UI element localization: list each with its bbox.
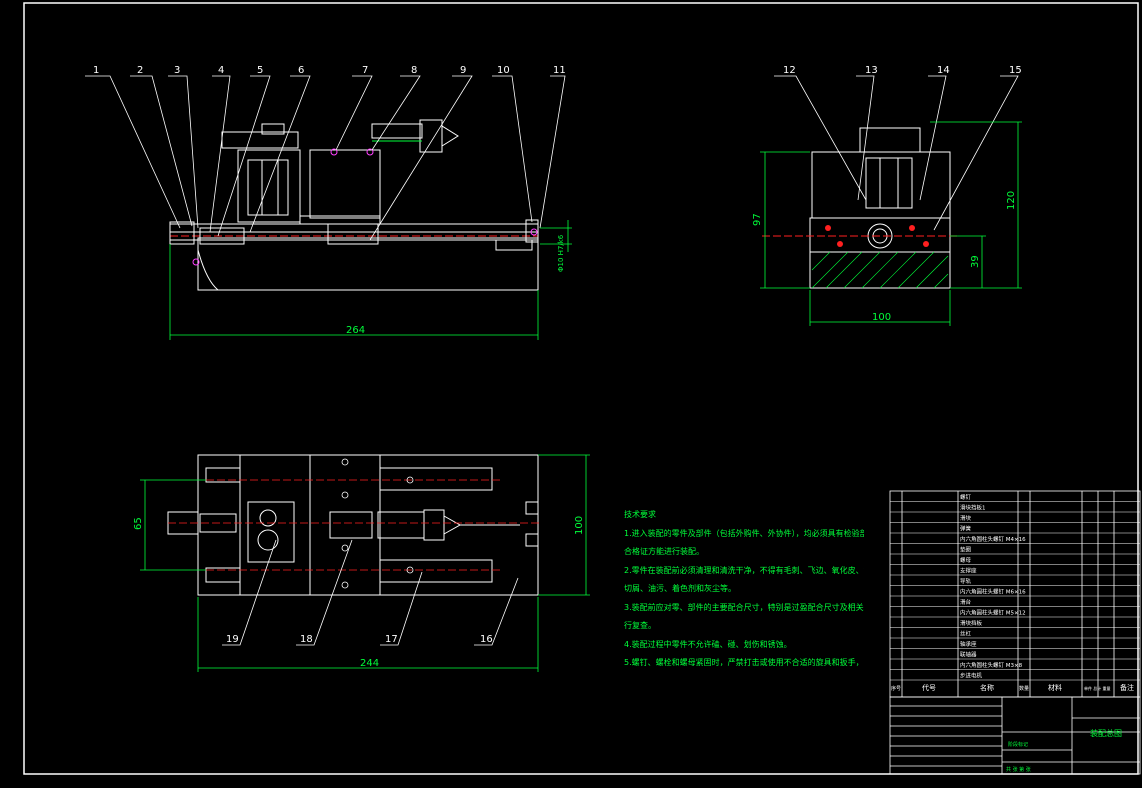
notes-line: 合格证方能进行装配。 (624, 547, 704, 556)
bom-row-name: 螺母 (960, 556, 972, 564)
callout-3: 3 (174, 65, 180, 76)
dim-side-97: 97 (752, 213, 763, 226)
bom-header-code: 代号 (922, 683, 936, 692)
bom-row-name: 步进电机 (960, 672, 983, 680)
bom-header-remark: 备注 (1120, 683, 1134, 692)
bom-row-name: 滑块挡板1 (960, 504, 986, 512)
bom-row-name: 内六角圆柱头螺钉 M4×16 (960, 535, 1026, 543)
callout-14: 14 (937, 65, 950, 76)
top-dimensions (140, 454, 590, 672)
top-callouts: 19 18 17 16 (226, 634, 493, 645)
bom-row-name: 支撑座 (960, 567, 977, 575)
bom-header-weight: 单件 总计 重量 (1084, 685, 1111, 691)
bom-row-name: 轴承座 (960, 640, 977, 648)
notes-line: 4.装配过程中零件不允许磕、碰、划伤和锈蚀。 (624, 639, 792, 649)
dim-side-39: 39 (970, 255, 981, 268)
callout-15: 15 (1009, 65, 1022, 76)
bom-row-name: 联轴器 (960, 651, 977, 659)
bom-header-seq: 序号 (891, 685, 901, 692)
title-scale-label: 阶段标记 (1008, 741, 1028, 748)
callout-11: 11 (553, 65, 566, 76)
front-callouts: 1 2 3 4 5 6 7 8 9 10 11 (93, 65, 566, 76)
bom-row-name: 滑块挡板 (960, 619, 983, 627)
bom-header: 序号 代号 名称 数量 材料 单件 总计 重量 备注 (891, 683, 1134, 692)
callout-13: 13 (865, 65, 878, 76)
callout-10: 10 (497, 65, 510, 76)
bom-header-qty: 数量 (1019, 685, 1029, 692)
front-view (169, 119, 539, 291)
bom-row-name: 螺钉 (960, 493, 972, 501)
dim-side-120: 120 (1006, 191, 1017, 210)
callout-12: 12 (783, 65, 796, 76)
side-callout-leaders (774, 75, 1019, 231)
bom-header-material: 材料 (1048, 683, 1062, 692)
bom-row-name: 弹簧 (960, 525, 972, 533)
dim-front-length: 264 (346, 325, 365, 336)
dim-side-width: 100 (872, 312, 891, 323)
dim-top-width: 244 (360, 658, 379, 669)
callout-16: 16 (480, 634, 493, 645)
bom-row-name: 内六角圆柱头螺钉 M5×12 (960, 609, 1026, 617)
bom-row-name: 滑台 (960, 598, 972, 606)
notes-line: 2.零件在装配前必须清理和清洗干净，不得有毛刺、飞边、氧化皮、锈蚀、 (624, 565, 864, 575)
callout-5: 5 (257, 65, 263, 76)
top-callout-leaders (222, 539, 519, 646)
callout-9: 9 (460, 65, 466, 76)
callout-2: 2 (137, 65, 143, 76)
callout-6: 6 (298, 65, 304, 76)
callout-18: 18 (300, 634, 313, 645)
side-hatch (811, 251, 949, 289)
bom-row-name: 丝杠 (960, 630, 972, 638)
notes-line: 3.装配前应对零、部件的主要配合尺寸，特别是过盈配合尺寸及相关精度进 (624, 602, 864, 612)
bom-header-name: 名称 (980, 683, 994, 692)
side-dimensions (760, 121, 1022, 326)
callout-19: 19 (226, 634, 239, 645)
drawing-sheet: 1 2 3 4 5 6 7 8 9 10 11 264 Φ10 H7/k6 12… (23, 2, 1141, 775)
bom-row-text: 螺钉滑块挡板1 滑块弹簧内六角圆柱头螺钉 M4×16 垫圈螺母支撑座导轨内六角圆柱头… (960, 493, 1026, 680)
technical-notes: 技术要求 1.进入装配的零件及部件（包括外购件、外协件），均必须具有检验部门的 … (624, 506, 864, 673)
notes-line: 1.进入装配的零件及部件（包括外购件、外协件），均必须具有检验部门的 (624, 528, 864, 538)
notes-line: 5.螺钉、螺栓和螺母紧固时，严禁打击或使用不合适的旋具和扳手，紧固后 (624, 658, 864, 667)
callout-4: 4 (218, 65, 224, 76)
notes-line: 切屑、油污、着色剂和灰尘等。 (624, 584, 736, 593)
bom-row-name: 内六角圆柱头螺钉 M3×8 (960, 661, 1023, 669)
callout-7: 7 (362, 65, 368, 76)
bom-row-name: 垫圈 (960, 546, 972, 554)
bom-row-name: 内六角圆柱头螺钉 M6×16 (960, 588, 1026, 596)
dim-front-dia: Φ10 H7/k6 (557, 234, 565, 272)
callout-17: 17 (385, 634, 398, 645)
bom-row-name: 滑块 (960, 514, 972, 522)
dim-top-depth: 100 (574, 516, 585, 535)
notes-title: 技术要求 (624, 510, 656, 519)
callout-8: 8 (411, 65, 417, 76)
notes-line: 行复查。 (624, 621, 656, 630)
title-drawing-name: 装配总图 (1090, 728, 1122, 738)
side-callouts: 12 13 14 15 (783, 65, 1022, 76)
bom-row-name: 导轨 (960, 577, 972, 585)
front-callout-leaders (85, 75, 566, 241)
callout-1: 1 (93, 65, 99, 76)
dim-top-offset: 65 (133, 517, 144, 530)
title-sheet-label: 共 张 第 张 (1006, 766, 1031, 773)
top-view (167, 454, 539, 596)
